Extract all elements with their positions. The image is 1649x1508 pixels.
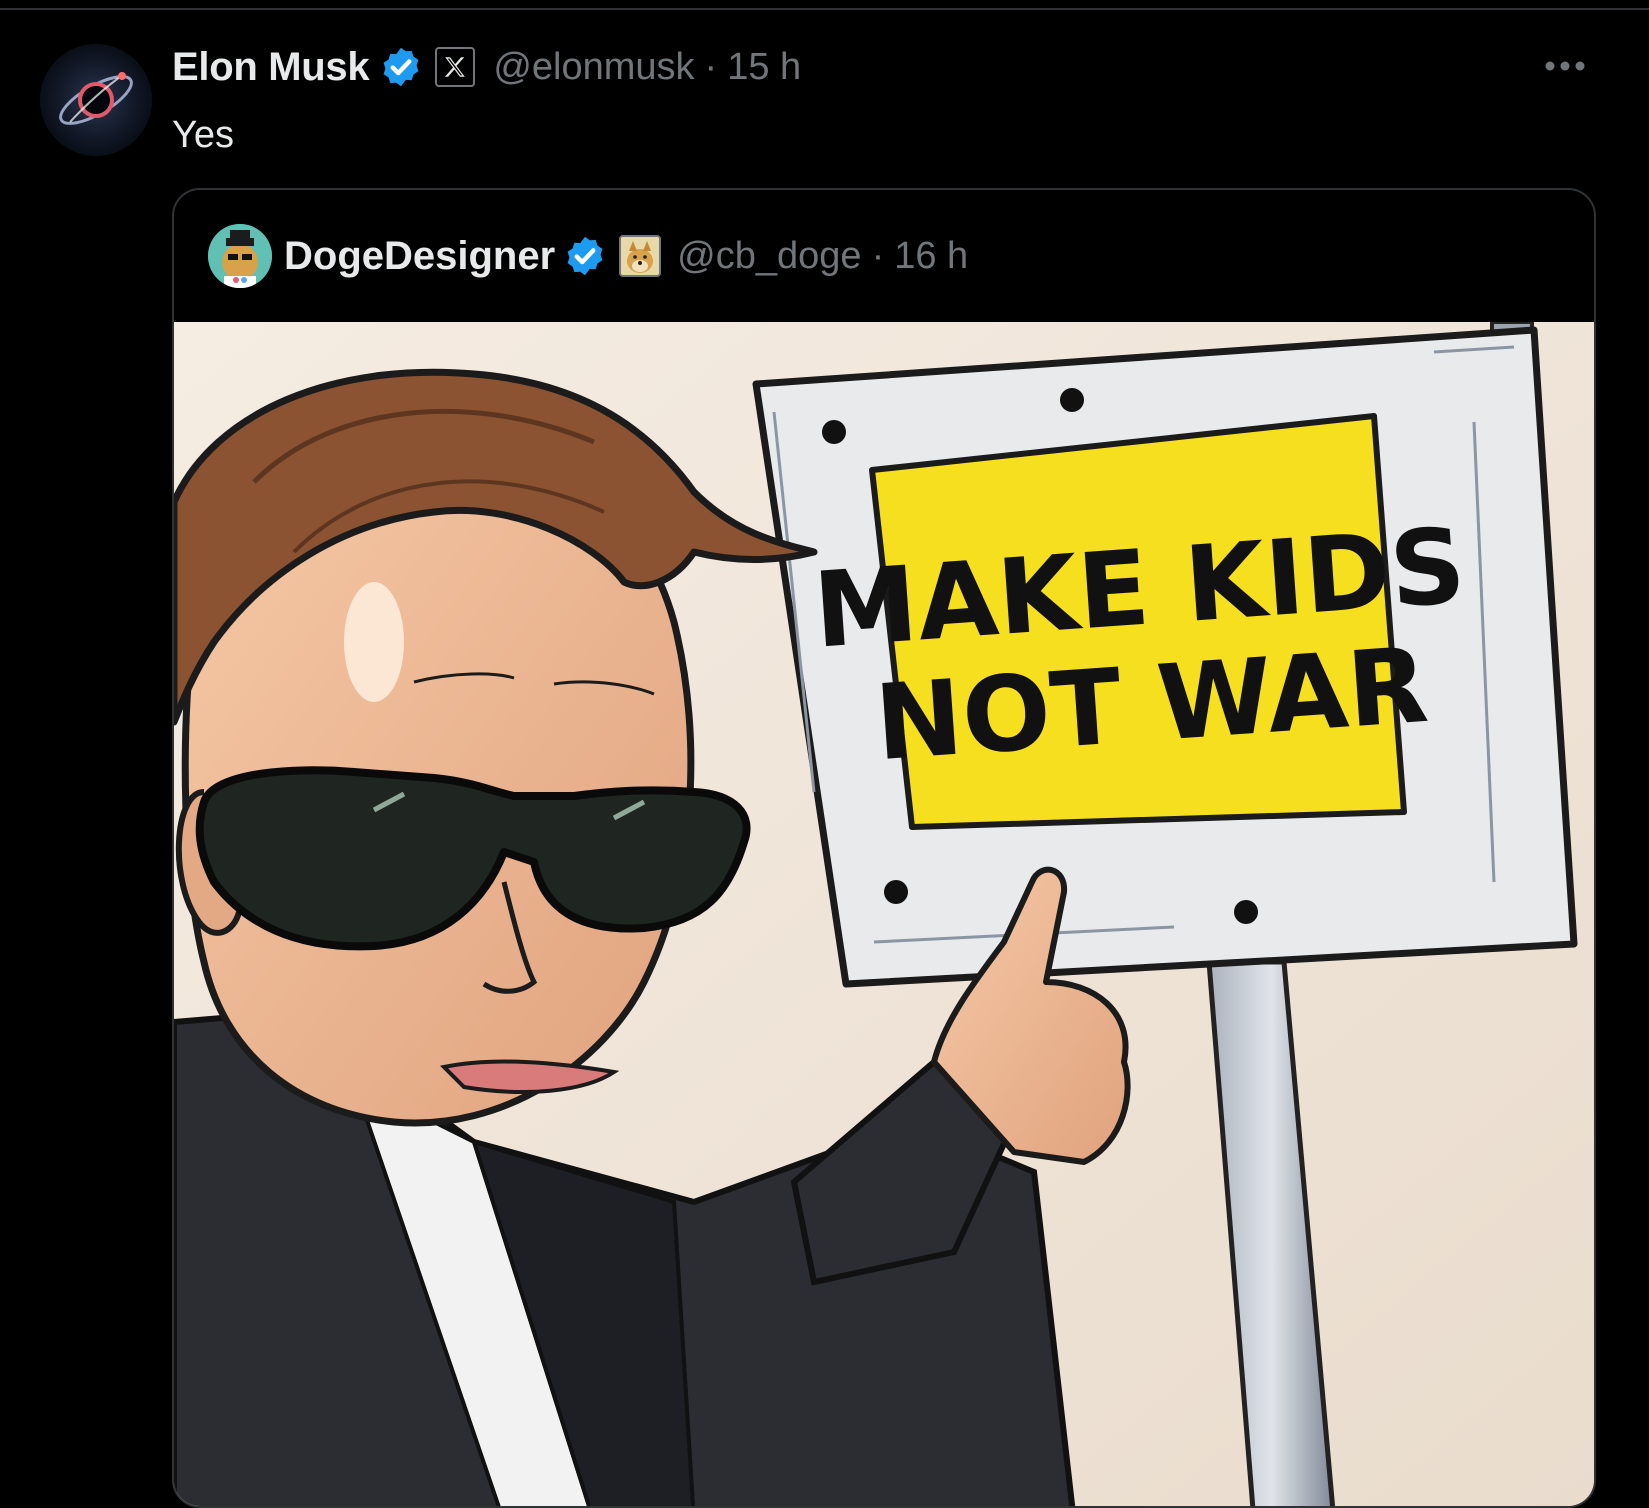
separator-dot: · xyxy=(871,234,885,277)
quoted-author-display-name[interactable]: DogeDesigner xyxy=(284,234,555,279)
avatar-image xyxy=(208,224,272,288)
more-horizontal-icon xyxy=(1545,61,1585,71)
verified-badge-icon[interactable] xyxy=(563,234,607,278)
quoted-post-image[interactable]: MAKE KIDS NOT WAR xyxy=(174,322,1594,1506)
cartoon-illustration: MAKE KIDS NOT WAR xyxy=(174,322,1594,1506)
more-options-button[interactable] xyxy=(1541,46,1589,86)
avatar-image xyxy=(40,44,152,156)
quoted-author-handle[interactable]: @cb_doge xyxy=(677,235,861,278)
quoted-author-avatar[interactable] xyxy=(208,224,272,288)
x-logo-icon[interactable] xyxy=(435,47,476,87)
post-timestamp[interactable]: 15 h xyxy=(727,46,801,89)
separator-dot: · xyxy=(704,45,718,88)
author-handle[interactable]: @elonmusk xyxy=(493,46,694,89)
post[interactable]: Elon Musk @elonmusk · 15 h Yes DogeDesig… xyxy=(0,10,1649,1508)
quoted-post-card[interactable]: DogeDesigner @cb_doge · 16 h MAKE KIDS N… xyxy=(172,188,1596,1508)
author-avatar[interactable] xyxy=(40,44,152,156)
post-text: Yes xyxy=(172,114,234,156)
post-header: Elon Musk @elonmusk · 15 h xyxy=(172,42,801,92)
verified-badge-icon[interactable] xyxy=(379,45,423,89)
author-display-name[interactable]: Elon Musk xyxy=(172,45,370,90)
quoted-post-header: DogeDesigner @cb_doge · 16 h xyxy=(208,224,968,288)
quoted-post-timestamp[interactable]: 16 h xyxy=(894,235,968,278)
doge-icon[interactable] xyxy=(619,235,662,277)
